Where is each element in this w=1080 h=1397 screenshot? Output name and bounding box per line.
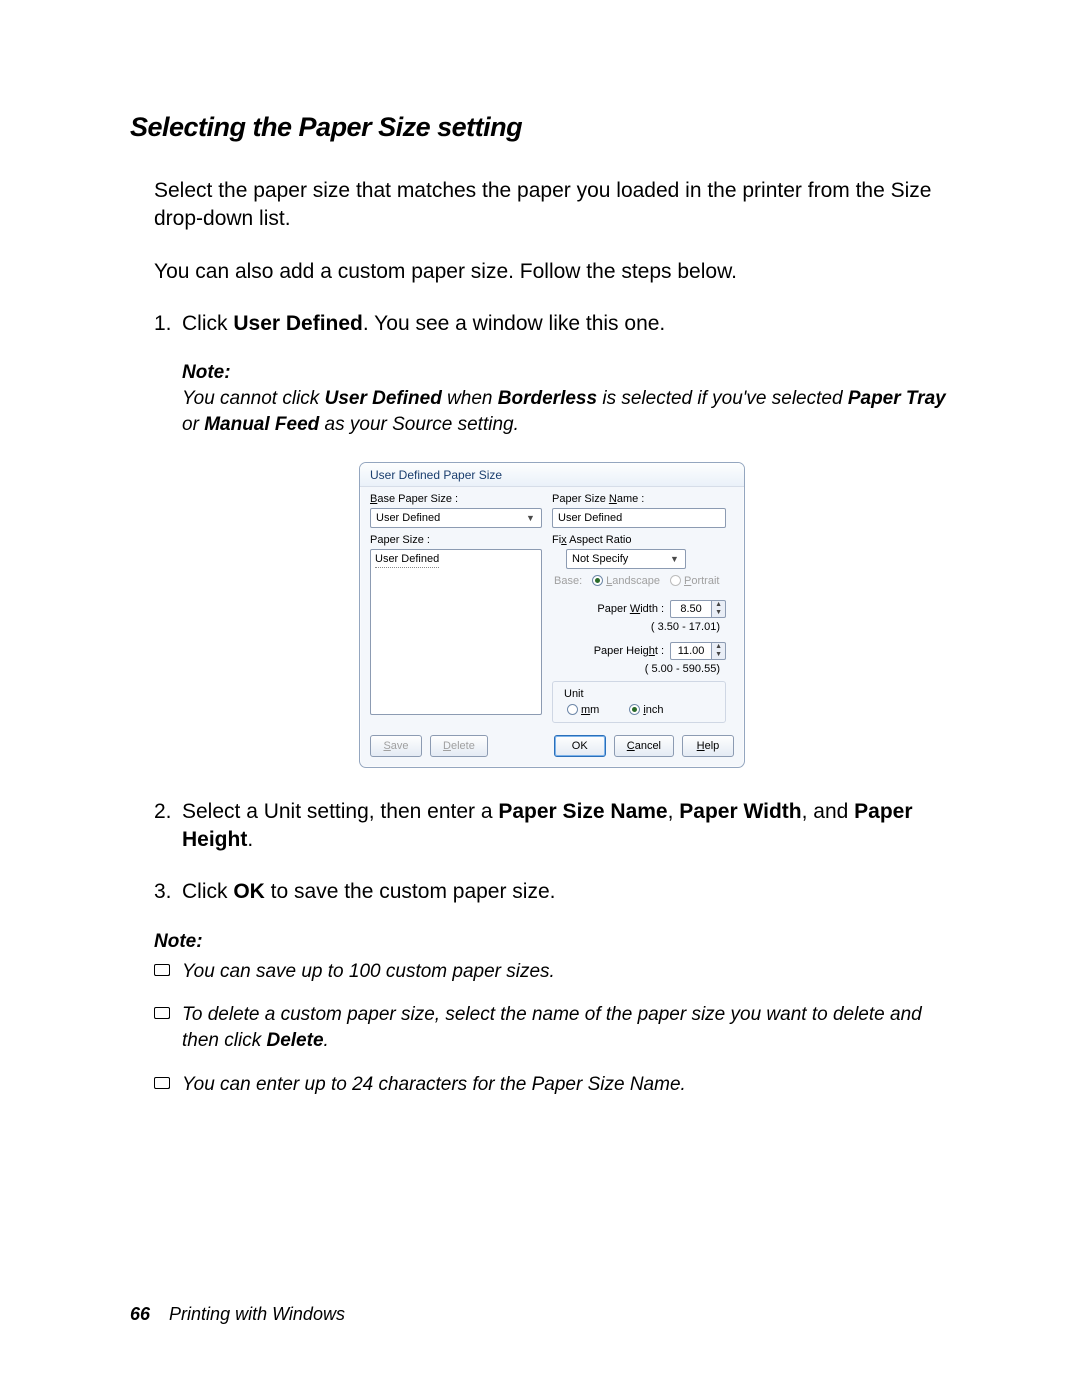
paper-height-label: Paper Height : — [594, 645, 664, 657]
note-bullet-icon — [154, 1077, 170, 1089]
chevron-down-icon: ▼ — [667, 554, 682, 564]
page-footer: 66 Printing with Windows — [130, 1304, 345, 1325]
landscape-radio[interactable]: Landscape — [592, 575, 660, 587]
chevron-down-icon: ▼ — [523, 513, 538, 523]
paper-size-name-label: Paper Size Name : — [552, 493, 726, 505]
section-name: Printing with Windows — [169, 1304, 345, 1324]
chevron-up-icon[interactable]: ▲ — [712, 643, 725, 651]
ok-button[interactable]: OK — [554, 735, 606, 757]
step-bold: Paper Width — [679, 800, 801, 823]
step-number: 3. — [154, 878, 182, 906]
intro-paragraph-1: Select the paper size that matches the p… — [154, 177, 950, 234]
step-bold: Paper Size Name — [498, 800, 667, 823]
unit-group: Unit mm inch — [552, 681, 726, 723]
paper-size-listbox[interactable]: User Defined — [370, 549, 542, 715]
list-item[interactable]: User Defined — [375, 552, 439, 568]
delete-button[interactable]: Delete — [430, 735, 488, 757]
unit-inch-radio[interactable]: inch — [629, 704, 663, 716]
step-text: Click — [182, 880, 233, 903]
step-text: . — [247, 828, 253, 851]
save-button[interactable]: Save — [370, 735, 422, 757]
paper-height-range: ( 5.00 - 590.55) — [552, 663, 726, 675]
paper-width-spinner[interactable]: 8.50 ▲▼ — [670, 599, 726, 619]
step-1: 1. Click User Defined. You see a window … — [154, 310, 950, 338]
spinner-value: 8.50 — [670, 600, 712, 618]
paper-width-range: ( 3.50 - 17.01) — [552, 621, 726, 633]
step-text: , and — [802, 800, 855, 823]
step-number: 1. — [154, 310, 182, 338]
cancel-button[interactable]: Cancel — [614, 735, 674, 757]
base-paper-size-combo[interactable]: User Defined ▼ — [370, 508, 542, 528]
note-text: You can enter up to 24 characters for th… — [182, 1072, 950, 1098]
chevron-down-icon[interactable]: ▼ — [712, 609, 725, 617]
step-bold: User Defined — [233, 312, 363, 335]
chevron-down-icon[interactable]: ▼ — [712, 651, 725, 659]
note-bullet-icon — [154, 1007, 170, 1019]
unit-mm-radio[interactable]: mm — [567, 704, 599, 716]
step-text: . You see a window like this one. — [363, 312, 665, 335]
fix-aspect-ratio-combo[interactable]: Not Specify ▼ — [566, 549, 686, 569]
note-bullet-icon — [154, 964, 170, 976]
user-defined-paper-size-dialog: User Defined Paper Size Base Paper Size … — [359, 462, 745, 768]
step-number: 2. — [154, 798, 182, 826]
paper-size-list-label: Paper Size : — [370, 534, 542, 546]
intro-paragraph-2: You can also add a custom paper size. Fo… — [154, 258, 950, 286]
portrait-radio[interactable]: Portrait — [670, 575, 719, 587]
unit-group-label: Unit — [561, 688, 587, 700]
paper-height-spinner[interactable]: 11.00 ▲▼ — [670, 641, 726, 661]
page-number: 66 — [130, 1304, 150, 1324]
step-text: Select a Unit setting, then enter a — [182, 800, 498, 823]
note-list-item: You can enter up to 24 characters for th… — [154, 1072, 950, 1098]
spinner-value: 11.00 — [670, 642, 712, 660]
note-text: You can save up to 100 custom paper size… — [182, 959, 950, 985]
help-button[interactable]: Help — [682, 735, 734, 757]
chevron-up-icon[interactable]: ▲ — [712, 601, 725, 609]
combo-value: Not Specify — [572, 553, 667, 565]
paper-width-label: Paper Width : — [597, 603, 664, 615]
note-label: Note: — [182, 362, 950, 384]
step-3: 3. Click OK to save the custom paper siz… — [154, 878, 950, 906]
note-text: To delete a custom paper size, select th… — [182, 1002, 950, 1053]
step-text: , — [668, 800, 680, 823]
step-text: Click — [182, 312, 233, 335]
step-text: to save the custom paper size. — [265, 880, 556, 903]
step-bold: OK — [233, 880, 265, 903]
base-paper-size-label: Base Paper Size : — [370, 493, 542, 505]
base-orientation-label: Base: — [554, 575, 582, 587]
note-label: Note: — [154, 931, 950, 953]
paper-size-name-input[interactable]: User Defined — [552, 508, 726, 528]
note-list-item: You can save up to 100 custom paper size… — [154, 959, 950, 985]
note-text: You cannot click User Defined when Borde… — [182, 386, 950, 437]
page-heading: Selecting the Paper Size setting — [130, 112, 950, 143]
step-2: 2. Select a Unit setting, then enter a P… — [154, 798, 950, 855]
combo-value: User Defined — [376, 512, 523, 524]
note-list-item: To delete a custom paper size, select th… — [154, 1002, 950, 1053]
dialog-title: User Defined Paper Size — [360, 463, 744, 487]
fix-aspect-ratio-label: Fix Aspect Ratio — [552, 534, 726, 546]
